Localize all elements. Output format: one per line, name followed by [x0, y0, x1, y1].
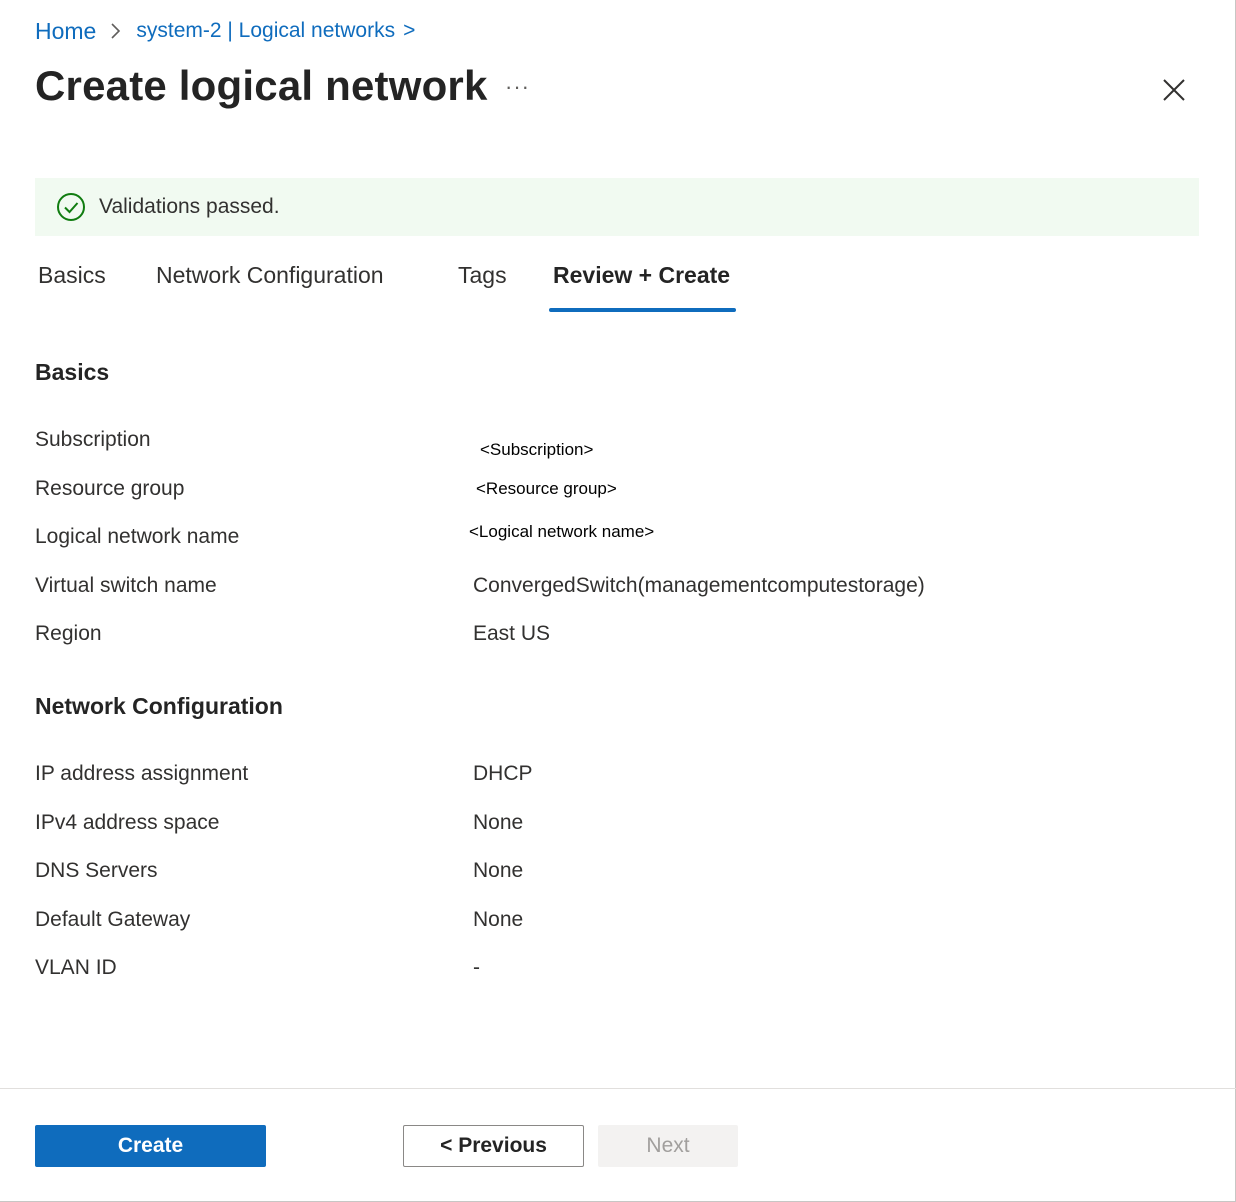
tab-review-create[interactable]: Review + Create	[553, 262, 730, 289]
page-title: Create logical network	[35, 62, 488, 109]
close-icon[interactable]	[1160, 76, 1188, 104]
breadcrumb-trailing-separator: >	[403, 19, 416, 42]
value-ip-address-assignment: DHCP	[473, 762, 533, 785]
section-title-basics: Basics	[35, 359, 110, 385]
value-resource-group: <Resource group>	[476, 479, 617, 498]
label-default-gateway: Default Gateway	[35, 908, 191, 931]
tab-tags[interactable]: Tags	[458, 262, 507, 289]
breadcrumb: Home system-2 | Logical networks >	[35, 16, 415, 46]
validation-message: Validations passed.	[99, 195, 280, 218]
value-ipv4-address-space: None	[473, 811, 524, 834]
more-options-button[interactable]: ···	[505, 74, 530, 100]
label-ip-address-assignment: IP address assignment	[35, 762, 249, 785]
tab-basics[interactable]: Basics	[38, 262, 106, 289]
value-subscription: <Subscription>	[480, 440, 594, 459]
value-dns-servers: None	[473, 859, 524, 882]
label-resource-group: Resource group	[35, 477, 185, 500]
breadcrumb-home-link[interactable]: Home	[35, 18, 96, 45]
chevron-right-icon	[110, 22, 122, 40]
value-logical-network-name: <Logical network name>	[469, 522, 655, 541]
value-default-gateway: None	[473, 908, 524, 931]
label-dns-servers: DNS Servers	[35, 859, 158, 882]
label-logical-network-name: Logical network name	[35, 525, 240, 548]
section-title-network-configuration: Network Configuration	[35, 693, 283, 719]
next-button[interactable]: Next	[598, 1125, 738, 1167]
label-region: Region	[35, 622, 102, 645]
check-circle-icon	[56, 192, 86, 222]
create-button[interactable]: Create	[35, 1125, 266, 1167]
validation-banner: Validations passed.	[35, 178, 1199, 236]
label-virtual-switch-name: Virtual switch name	[35, 574, 217, 597]
previous-button[interactable]: < Previous	[403, 1125, 584, 1167]
tab-network-configuration[interactable]: Network Configuration	[156, 262, 384, 289]
breadcrumb-logical-networks-link[interactable]: system-2 | Logical networks	[136, 19, 395, 43]
value-virtual-switch-name: ConvergedSwitch(managementcomputestorage…	[473, 574, 925, 597]
active-tab-indicator	[549, 308, 736, 312]
create-logical-network-panel: Home system-2 | Logical networks > Creat…	[0, 0, 1236, 1202]
value-region: East US	[473, 622, 551, 645]
label-subscription: Subscription	[35, 428, 151, 451]
value-vlan-id: -	[473, 956, 480, 979]
label-vlan-id: VLAN ID	[35, 956, 117, 979]
label-ipv4-address-space: IPv4 address space	[35, 811, 220, 834]
footer-divider	[0, 1088, 1236, 1089]
